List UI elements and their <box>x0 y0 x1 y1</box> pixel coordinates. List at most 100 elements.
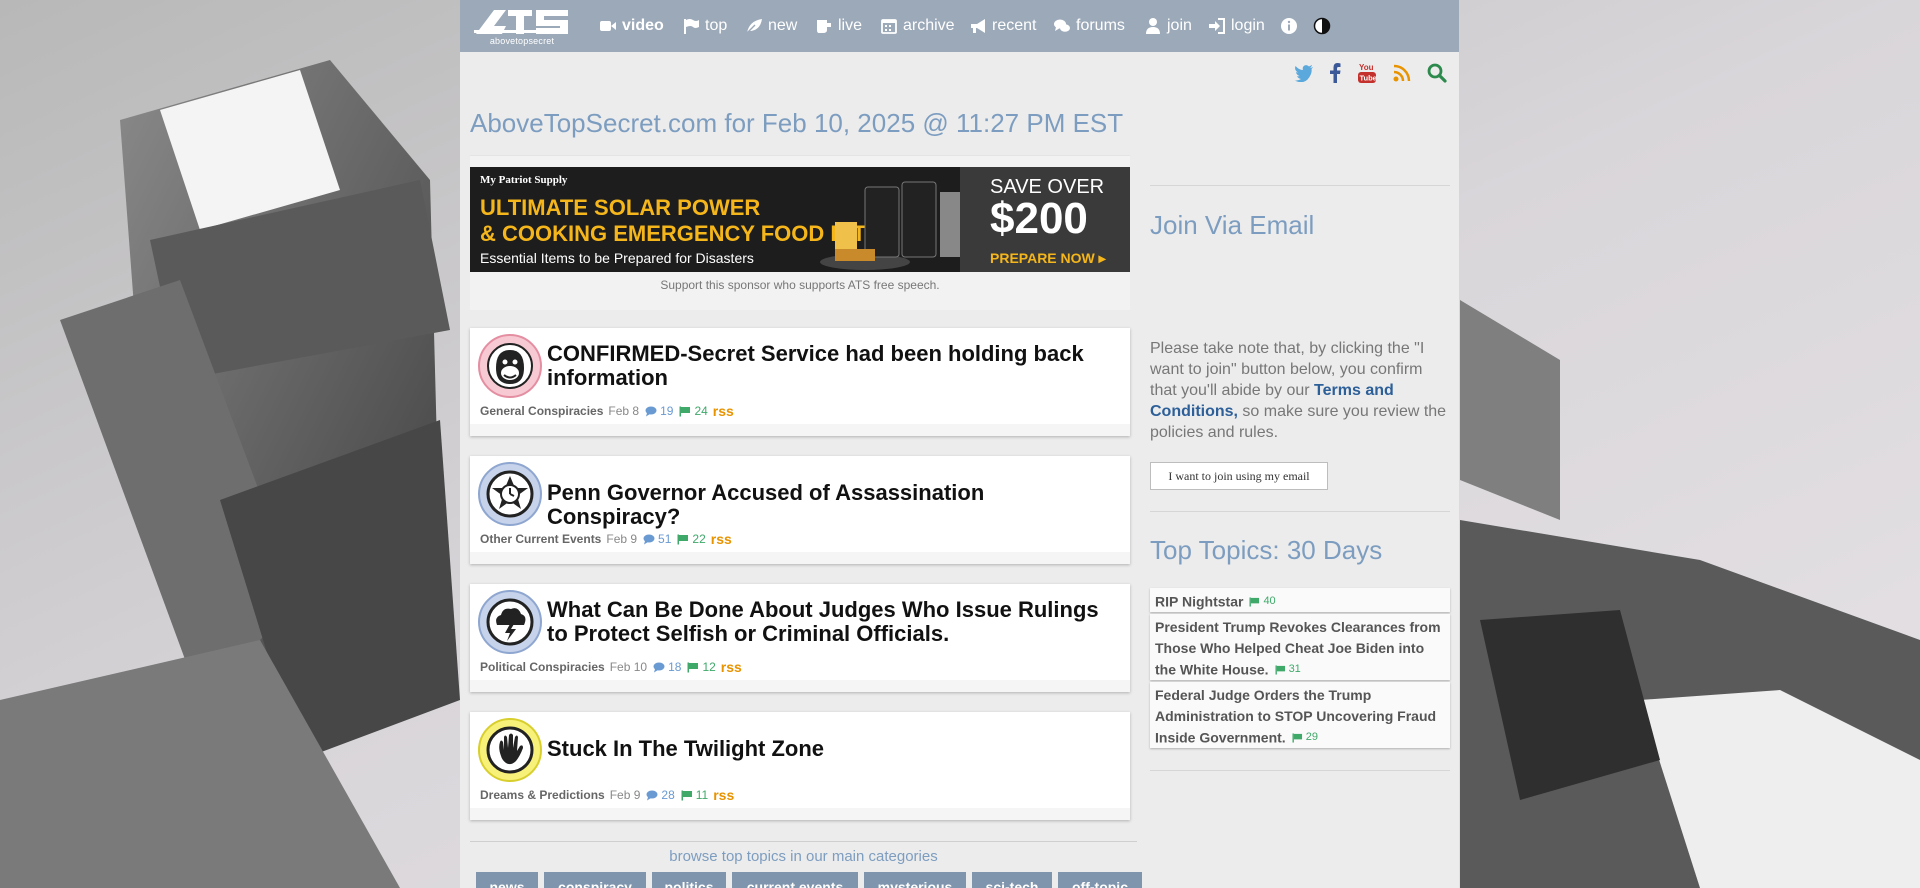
gorilla-face-icon <box>487 343 533 389</box>
youtube-link[interactable]: You Tube <box>1355 62 1379 84</box>
nav-forums-label: forums <box>1076 17 1125 34</box>
category-current-events[interactable]: current events <box>732 872 858 888</box>
topic-avatar <box>478 590 542 654</box>
topic-rss-link[interactable]: rss <box>713 787 734 803</box>
nav-new-label: new <box>768 17 798 34</box>
top-topic-flags: 29 <box>1292 727 1318 748</box>
topic-replies-count: 18 <box>668 660 682 674</box>
sidebar-divider <box>1150 770 1450 771</box>
topic-replies: 18 <box>653 660 681 674</box>
sponsor-line-2: & COOKING EMERGENCY FOOD KIT <box>480 221 866 246</box>
sign-in-icon <box>1208 17 1226 35</box>
topic-meta: General Conspiracies Feb 8 19 24 rss <box>480 403 734 419</box>
topic-date: Feb 8 <box>608 404 640 418</box>
topic-card[interactable]: Penn Governor Accused of Assassination C… <box>470 456 1130 564</box>
nav-info[interactable] <box>1280 0 1298 52</box>
topic-forum[interactable]: Dreams & Predictions <box>480 788 605 802</box>
twitter-link[interactable] <box>1292 62 1316 84</box>
topic-replies-count: 19 <box>660 404 674 418</box>
nav-new[interactable]: new <box>745 0 797 52</box>
facebook-link[interactable] <box>1323 62 1347 84</box>
top-topic-flags: 31 <box>1275 659 1301 680</box>
sponsor-banner[interactable]: My Patriot Supply ULTIMATE SOLAR POWER &… <box>470 167 1130 272</box>
join-terms-note: Please take note that, by clicking the "… <box>1150 338 1450 443</box>
flag-icon <box>687 662 699 672</box>
topic-rss-link[interactable]: rss <box>713 403 734 419</box>
offer-amount: $200 <box>990 194 1088 243</box>
nav-join[interactable]: join <box>1144 0 1192 52</box>
topic-forum[interactable]: Other Current Events <box>480 532 601 546</box>
topic-replies-count: 28 <box>661 788 675 802</box>
topic-meta: Other Current Events Feb 9 51 22 rss <box>480 531 732 547</box>
browse-categories-link[interactable]: browse top topics in our main categories <box>470 848 1137 865</box>
topic-title[interactable]: Penn Governor Accused of Assassination C… <box>547 481 1117 529</box>
top-topic-item[interactable]: President Trump Revokes Clearances from … <box>1150 614 1450 680</box>
facebook-icon <box>1330 63 1341 83</box>
nav-top[interactable]: top <box>682 0 727 52</box>
nav-forums[interactable]: forums <box>1053 0 1125 52</box>
hand-point-icon <box>815 17 833 35</box>
topic-card[interactable]: What Can Be Done About Judges Who Issue … <box>470 584 1130 692</box>
topic-rss-link[interactable]: rss <box>711 531 732 547</box>
user-icon <box>1144 17 1162 35</box>
comments-icon <box>1053 17 1071 35</box>
nav-live[interactable]: live <box>815 0 862 52</box>
sponsor-box: My Patriot Supply ULTIMATE SOLAR POWER &… <box>470 155 1130 310</box>
card-footer-bar <box>470 680 1130 692</box>
top-topic-title[interactable]: RIP Nightstar <box>1155 594 1243 610</box>
page-container: abovetopsecret video top new live archiv… <box>460 0 1459 888</box>
nav-recent[interactable]: recent <box>969 0 1036 52</box>
topic-card[interactable]: CONFIRMED-Secret Service had been holdin… <box>470 328 1130 436</box>
sponsor-brand: My Patriot Supply <box>480 174 568 186</box>
topic-meta: Political Conspiracies Feb 10 18 12 rss <box>480 659 742 675</box>
sponsor-line-1: ULTIMATE SOLAR POWER <box>480 195 760 220</box>
ats-logo-mark-icon <box>474 10 568 34</box>
svg-text:You: You <box>1359 63 1374 72</box>
calendar-icon <box>880 17 898 35</box>
topic-rss-link[interactable]: rss <box>721 659 742 675</box>
topic-forum[interactable]: General Conspiracies <box>480 404 603 418</box>
logo-tagline: abovetopsecret <box>489 36 555 46</box>
topic-title[interactable]: Stuck In The Twilight Zone <box>547 737 1117 761</box>
category-mysterious[interactable]: mysterious <box>864 872 966 888</box>
topic-forum[interactable]: Political Conspiracies <box>480 660 605 674</box>
flag-icon <box>1275 664 1285 675</box>
nav-archive-label: archive <box>903 17 955 34</box>
site-logo[interactable]: abovetopsecret <box>472 8 572 48</box>
topic-flags: 12 <box>687 660 716 674</box>
top-topic-item[interactable]: RIP Nightstar 40 <box>1150 588 1450 612</box>
bullhorn-icon <box>969 17 987 35</box>
info-icon <box>1280 17 1298 35</box>
nav-video[interactable]: video <box>599 0 664 52</box>
category-off-topic[interactable]: off-topic <box>1058 872 1142 888</box>
category-news[interactable]: news <box>476 872 538 888</box>
category-sci-tech[interactable]: sci-tech <box>972 872 1052 888</box>
flag-icon <box>677 534 689 544</box>
sidebar-divider <box>1150 185 1450 186</box>
topic-title[interactable]: CONFIRMED-Secret Service had been holdin… <box>547 342 1117 390</box>
top-topic-item[interactable]: Federal Judge Orders the Trump Administr… <box>1150 682 1450 748</box>
join-heading: Join Via Email <box>1150 210 1315 240</box>
top-topic-flags: 40 <box>1249 591 1276 612</box>
topic-card[interactable]: Stuck In The Twilight Zone Dreams & Pred… <box>470 712 1130 820</box>
topic-avatar <box>478 718 542 782</box>
join-email-button[interactable]: I want to join using my email <box>1150 462 1328 490</box>
nav-archive[interactable]: archive <box>880 0 955 52</box>
topic-date: Feb 10 <box>609 660 648 674</box>
top-topic-flag-count: 40 <box>1263 595 1276 607</box>
nav-live-label: live <box>838 17 863 34</box>
category-conspiracy[interactable]: conspiracy <box>544 872 646 888</box>
topic-replies: 28 <box>646 788 675 802</box>
nav-contrast[interactable] <box>1313 0 1331 52</box>
search-button[interactable] <box>1425 62 1449 84</box>
topic-title[interactable]: What Can Be Done About Judges Who Issue … <box>547 598 1117 646</box>
category-politics[interactable]: politics <box>652 872 726 888</box>
nav-join-label: join <box>1167 17 1192 34</box>
card-footer-bar <box>470 808 1130 820</box>
flag-icon <box>681 790 692 800</box>
topic-replies-count: 51 <box>658 532 672 546</box>
nav-login[interactable]: login <box>1208 0 1265 52</box>
flag-icon <box>682 17 700 35</box>
offer-cta: PREPARE NOW ▸ <box>990 250 1107 266</box>
rss-link[interactable] <box>1390 62 1414 84</box>
